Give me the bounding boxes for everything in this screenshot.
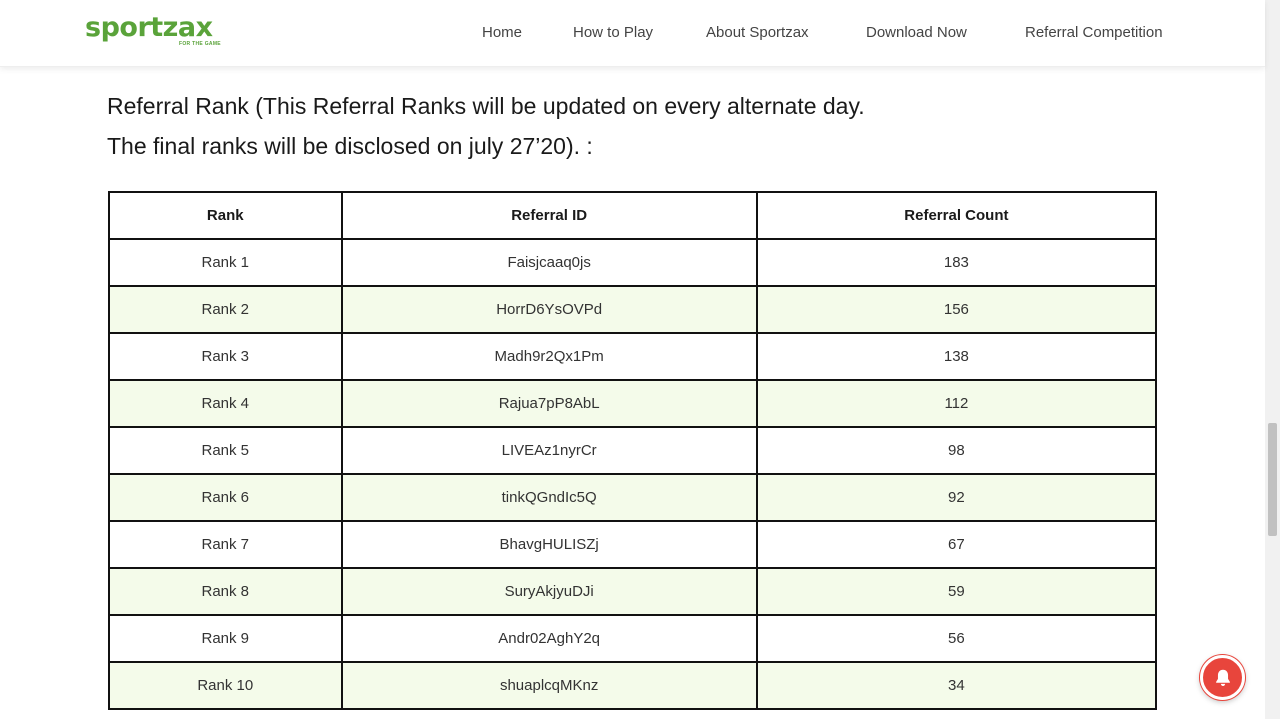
referral-count-cell: 98	[755, 426, 1158, 475]
referral-count-cell: 34	[755, 661, 1158, 710]
referral-id-cell: shuaplcqMKnz	[340, 661, 758, 710]
referral-count-cell: 183	[755, 238, 1158, 287]
bell-icon	[1215, 669, 1230, 686]
rank-cell: Rank 1	[108, 238, 343, 287]
table-row: Rank 9 Andr02AghY2q 56	[108, 614, 1158, 663]
referral-rank-table: Rank Referral ID Referral Count Rank 1 Fa…	[108, 191, 1158, 710]
referral-count-cell: 56	[755, 614, 1158, 663]
table-row: Rank 7 BhavgHULISZj 67	[108, 520, 1158, 569]
column-header-referral-count: Referral Count	[755, 191, 1158, 240]
referral-count-cell: 112	[755, 379, 1158, 428]
rank-cell: Rank 7	[108, 520, 343, 569]
table-row: Rank 2 HorrD6YsOVPd 156	[108, 285, 1158, 334]
referral-id-cell: LIVEAz1nyrCr	[340, 426, 758, 475]
table-header-row: Rank Referral ID Referral Count	[108, 191, 1158, 240]
site-header: sportzax FOR THE GAME Home How to Play A…	[0, 0, 1265, 67]
table-row: Rank 3 Madh9r2Qx1Pm 138	[108, 332, 1158, 381]
nav-about-sportzax[interactable]: About Sportzax	[706, 24, 809, 41]
rank-cell: Rank 3	[108, 332, 343, 381]
column-header-referral-id: Referral ID	[340, 191, 758, 240]
referral-count-cell: 156	[755, 285, 1158, 334]
nav-referral-competition[interactable]: Referral Competition	[1025, 24, 1163, 41]
referral-id-cell: Faisjcaaq0js	[340, 238, 758, 287]
nav-download-now[interactable]: Download Now	[866, 24, 967, 41]
nav-home[interactable]: Home	[482, 24, 522, 41]
heading-line-1: Referral Rank (This Referral Ranks will …	[107, 93, 865, 119]
referral-rank-heading: Referral Rank (This Referral Ranks will …	[107, 86, 1107, 166]
referral-count-cell: 67	[755, 520, 1158, 569]
referral-id-cell: BhavgHULISZj	[340, 520, 758, 569]
referral-id-cell: Madh9r2Qx1Pm	[340, 332, 758, 381]
table-row: Rank 5 LIVEAz1nyrCr 98	[108, 426, 1158, 475]
heading-line-2: The final ranks will be disclosed on jul…	[107, 133, 593, 159]
referral-id-cell: Andr02AghY2q	[340, 614, 758, 663]
referral-id-cell: Rajua7pP8AbL	[340, 379, 758, 428]
rank-cell: Rank 4	[108, 379, 343, 428]
rank-cell: Rank 8	[108, 567, 343, 616]
table-row: Rank 1 Faisjcaaq0js 183	[108, 238, 1158, 287]
table-row: Rank 4 Rajua7pP8AbL 112	[108, 379, 1158, 428]
referral-count-cell: 92	[755, 473, 1158, 522]
main-nav: Home How to Play About Sportzax Download…	[0, 24, 1265, 44]
referral-count-cell: 138	[755, 332, 1158, 381]
rank-cell: Rank 2	[108, 285, 343, 334]
page-scrollbar[interactable]	[1265, 0, 1280, 719]
table-row: Rank 6 tinkQGndIc5Q 92	[108, 473, 1158, 522]
notification-bell-button[interactable]	[1200, 655, 1245, 700]
rank-cell: Rank 10	[108, 661, 343, 710]
scrollbar-thumb[interactable]	[1268, 423, 1277, 536]
referral-id-cell: SuryAkjyuDJi	[340, 567, 758, 616]
rank-cell: Rank 6	[108, 473, 343, 522]
table-row: Rank 10 shuaplcqMKnz 34	[108, 661, 1158, 710]
rank-cell: Rank 5	[108, 426, 343, 475]
table-row: Rank 8 SuryAkjyuDJi 59	[108, 567, 1158, 616]
rank-cell: Rank 9	[108, 614, 343, 663]
referral-id-cell: tinkQGndIc5Q	[340, 473, 758, 522]
column-header-rank: Rank	[108, 191, 343, 240]
nav-how-to-play[interactable]: How to Play	[573, 24, 653, 41]
referral-count-cell: 59	[755, 567, 1158, 616]
referral-id-cell: HorrD6YsOVPd	[340, 285, 758, 334]
